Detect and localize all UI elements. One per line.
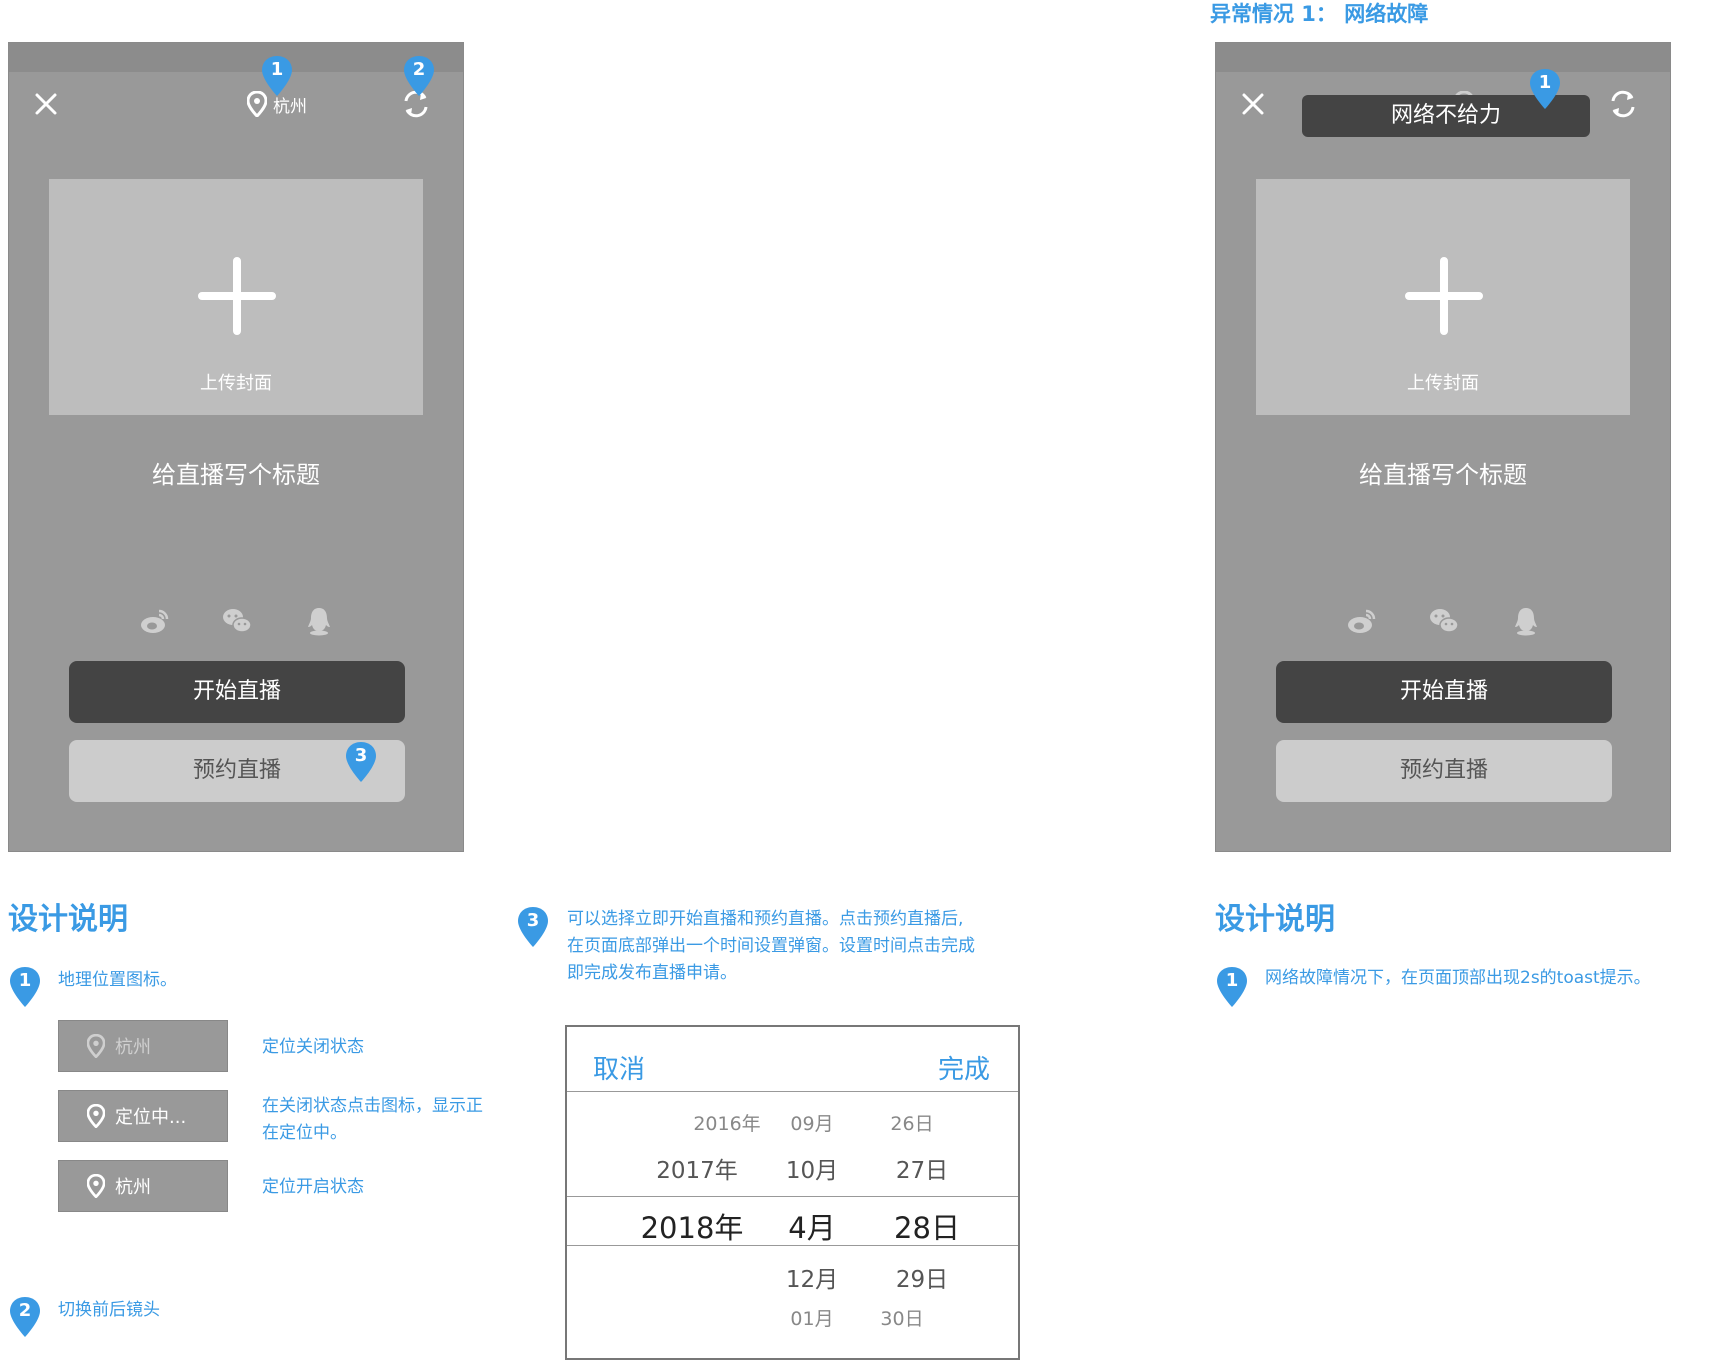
right-phone-screen: 杭州 网络不给力 上传封面 给直播写个标题 开始直播 预约直播 1 (1215, 42, 1671, 852)
wechat-icon[interactable] (221, 605, 253, 637)
marker-3: 3 (344, 740, 378, 784)
picker-month[interactable]: 10月 (762, 1151, 862, 1185)
picker-header-divider (567, 1091, 1018, 1092)
switch-camera-icon[interactable] (1606, 87, 1640, 121)
left-phone-screen: 杭州 上传封面 给直播写个标题 开始直播 预约直播 1 2 3 (8, 42, 464, 852)
left-design-heading: 设计说明 (8, 902, 128, 937)
plus-icon (198, 257, 276, 335)
share-icons (139, 605, 335, 637)
time-picker-popup: 取消 完成 2016年 09月 26日 2017年 10月 27日 2018年 … (565, 1025, 1020, 1360)
location-state-off: 杭州 (58, 1020, 228, 1072)
note-marker-1-right: 1 (1215, 965, 1249, 1009)
title-input[interactable]: 给直播写个标题 (1216, 455, 1670, 490)
start-live-button[interactable]: 开始直播 (1276, 661, 1612, 723)
note-marker-3: 3 (516, 905, 550, 949)
picker-day[interactable]: 30日 (857, 1304, 947, 1331)
state-off-desc: 定位关闭状态 (262, 1037, 364, 1057)
location-pin-icon (87, 1104, 105, 1128)
picker-year-selected[interactable]: 2018年 (612, 1205, 772, 1247)
weibo-icon[interactable] (1346, 605, 1378, 637)
right-design-heading: 设计说明 (1215, 902, 1335, 937)
upload-cover-area[interactable]: 上传封面 (1256, 179, 1630, 415)
right-note-text: 网络故障情况下，在页面顶部出现2s的toast提示。 (1265, 968, 1651, 988)
location-state-locating: 定位中... (58, 1090, 228, 1142)
status-bar (9, 43, 463, 72)
picker-cancel-button[interactable]: 取消 (593, 1049, 645, 1086)
picker-year[interactable]: 2016年 (672, 1109, 782, 1136)
marker-2: 2 (402, 54, 436, 98)
note-marker-1: 1 (8, 965, 42, 1009)
wechat-icon[interactable] (1428, 605, 1460, 637)
plus-icon (1405, 257, 1483, 335)
picker-day[interactable]: 29日 (872, 1260, 972, 1294)
picker-year[interactable]: 2017年 (632, 1151, 762, 1185)
share-icons (1346, 605, 1542, 637)
status-bar (1216, 43, 1670, 72)
picker-day[interactable]: 26日 (867, 1109, 957, 1136)
picker-done-button[interactable]: 完成 (938, 1049, 990, 1086)
weibo-icon[interactable] (139, 605, 171, 637)
close-icon[interactable] (31, 89, 61, 119)
exception-title: 异常情况 1： 网络故障 (1210, 2, 1429, 26)
state-locating-desc: 在关闭状态点击图标，显示正 在定位中。 (262, 1096, 483, 1143)
note3-text: 可以选择立即开始直播和预约直播。点击预约直播后, 在页面底部弹出一个时间设置弹窗… (567, 909, 975, 983)
picker-selection-bottom (567, 1245, 1018, 1246)
marker-1: 1 (260, 54, 294, 98)
qq-icon[interactable] (303, 605, 335, 637)
picker-month[interactable]: 09月 (767, 1109, 857, 1136)
upload-cover-area[interactable]: 上传封面 (49, 179, 423, 415)
location-pin-icon (87, 1034, 105, 1058)
picker-month-selected[interactable]: 4月 (757, 1205, 867, 1247)
picker-day[interactable]: 27日 (872, 1151, 972, 1185)
location-pin-icon (87, 1174, 105, 1198)
close-icon[interactable] (1238, 89, 1268, 119)
schedule-live-button[interactable]: 预约直播 (1276, 740, 1612, 802)
note2-text: 切换前后镜头 (58, 1300, 160, 1320)
location-state-on: 杭州 (58, 1160, 228, 1212)
picker-day-selected[interactable]: 28日 (867, 1205, 987, 1247)
picker-month[interactable]: 01月 (767, 1304, 857, 1331)
picker-selection-top (567, 1196, 1018, 1197)
note-marker-2: 2 (8, 1295, 42, 1339)
start-live-button[interactable]: 开始直播 (69, 661, 405, 723)
cover-label: 上传封面 (1407, 373, 1479, 394)
qq-icon[interactable] (1510, 605, 1542, 637)
title-input[interactable]: 给直播写个标题 (9, 455, 463, 490)
marker-1: 1 (1528, 67, 1562, 111)
note1-text: 地理位置图标。 (58, 970, 177, 990)
state-on-desc: 定位开启状态 (262, 1177, 364, 1197)
cover-label: 上传封面 (200, 373, 272, 394)
picker-month[interactable]: 12月 (762, 1260, 862, 1294)
